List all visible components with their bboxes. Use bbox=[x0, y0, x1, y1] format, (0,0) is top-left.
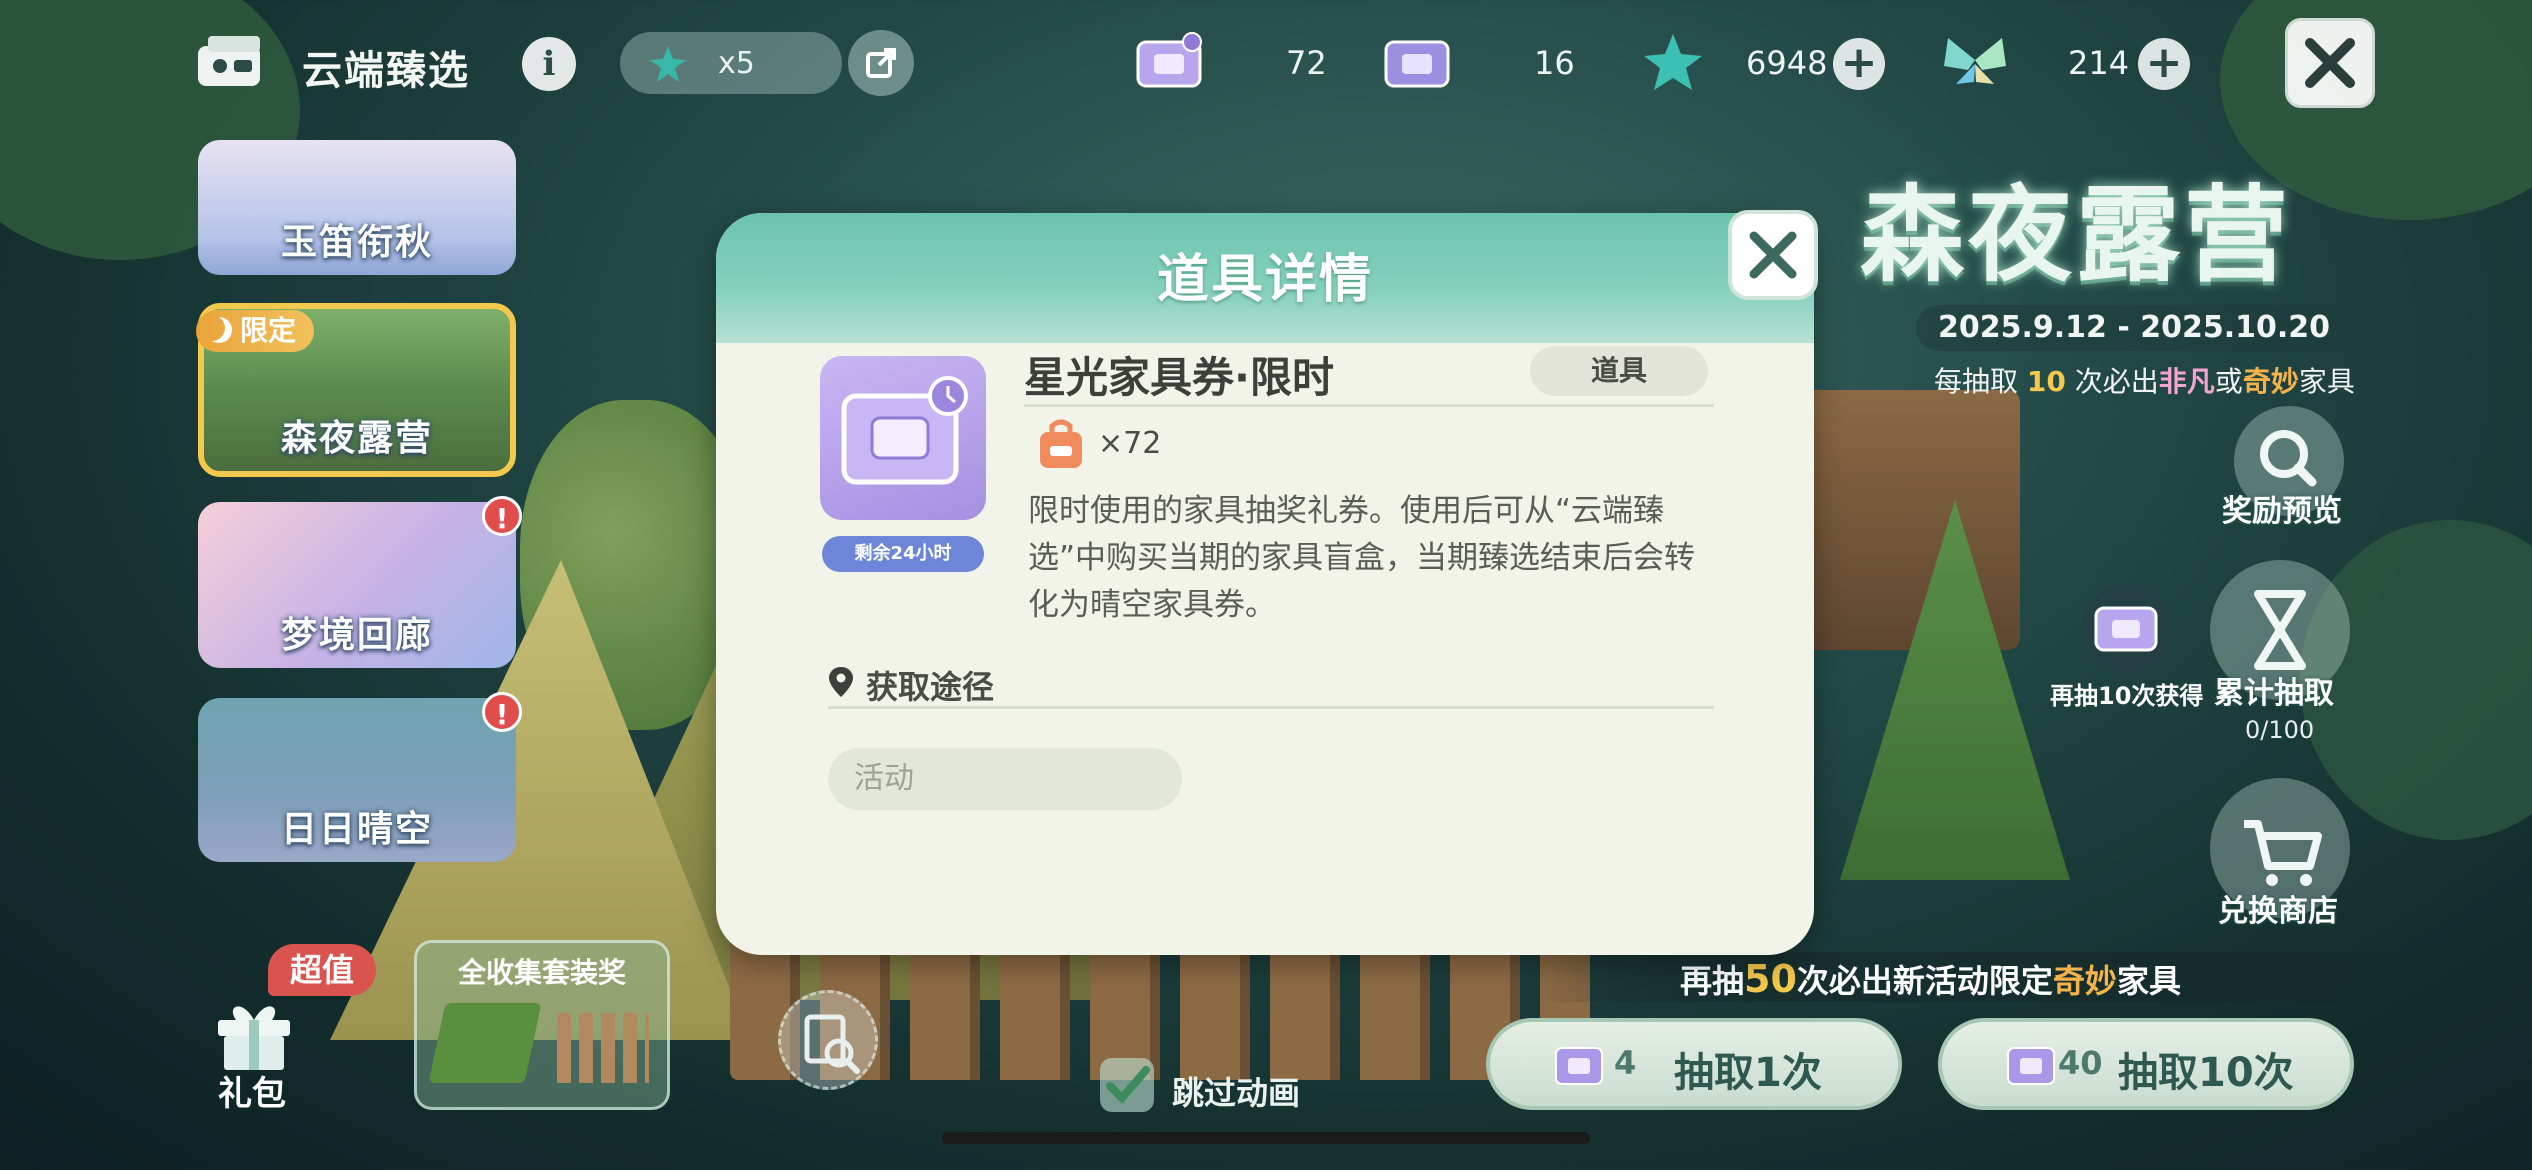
alert-badge: ! bbox=[482, 496, 522, 536]
share-icon bbox=[866, 48, 896, 78]
currency-value: 16 bbox=[1534, 44, 1575, 82]
time-remaining-badge: 剩余24小时 bbox=[822, 536, 984, 572]
close-icon bbox=[1749, 231, 1797, 279]
collection-title: 全收集套装奖 bbox=[457, 956, 626, 989]
draw-once-button[interactable]: 4 抽取1次 bbox=[1486, 1018, 1902, 1110]
limited-furniture-ticket-icon bbox=[1136, 32, 1202, 88]
limited-furniture-ticket-icon bbox=[2007, 1047, 2055, 1085]
cumulative-draw-label[interactable]: 累计抽取 bbox=[2214, 668, 2334, 712]
ticket-counter[interactable]: x5 bbox=[620, 32, 842, 94]
divider bbox=[828, 706, 1714, 709]
furniture-ticket-icon bbox=[1384, 40, 1450, 88]
banner-sunny-sky[interactable]: 日日晴空 bbox=[198, 698, 516, 862]
banner-jade-flute[interactable]: 玉笛衔秋 bbox=[198, 140, 516, 275]
modal-close-button[interactable] bbox=[1728, 210, 1818, 300]
rug-reward-icon bbox=[428, 1003, 542, 1083]
banner-label: 梦境回廊 bbox=[280, 615, 433, 656]
ticket-reward-icon bbox=[2082, 584, 2172, 674]
item-description: 限时使用的家具抽奖礼券。使用后可从“云端臻选”中购买当期的家具盲盒，当期臻选结束… bbox=[1028, 493, 1696, 623]
guarantee-notice: 再抽50次必出新活动限定奇妙家具 bbox=[1680, 957, 2181, 1001]
reward-preview-label[interactable]: 奖励预览 bbox=[2222, 486, 2342, 530]
item-type-badge: 道具 bbox=[1530, 346, 1708, 396]
close-page-button[interactable] bbox=[2285, 18, 2375, 108]
banner-label: 日日晴空 bbox=[280, 809, 433, 850]
star-gem-icon bbox=[650, 46, 686, 82]
draw-once-cost: 4 bbox=[1614, 1044, 1637, 1082]
butterfly-gem-icon bbox=[1944, 38, 2006, 84]
item-name: 星光家具券·限时 bbox=[1024, 353, 1334, 402]
star-gem-icon bbox=[1644, 34, 1702, 90]
event-title: 森夜露营 bbox=[1860, 173, 2293, 296]
check-icon bbox=[1106, 1066, 1150, 1104]
limited-furniture-ticket-icon bbox=[2094, 606, 2158, 652]
ticket-count: x5 bbox=[718, 46, 755, 81]
home-indicator[interactable] bbox=[942, 1132, 1590, 1144]
cumulative-draw-count: 0/100 bbox=[2245, 716, 2315, 744]
limited-tag: 限定 bbox=[196, 310, 315, 352]
exchange-shop-label[interactable]: 兑换商店 bbox=[2218, 886, 2338, 930]
currency-butterfly-gem[interactable]: 214 bbox=[1938, 30, 2129, 96]
draw-ten-cost: 40 bbox=[2058, 1044, 2103, 1082]
edit-note-button[interactable] bbox=[778, 990, 878, 1090]
moon-icon bbox=[206, 317, 232, 343]
currency-ticket[interactable]: 16 bbox=[1382, 30, 1575, 96]
currency-value: 72 bbox=[1286, 44, 1327, 82]
currency-value: 6948 bbox=[1746, 44, 1828, 82]
banner-label: 森夜露营 bbox=[280, 418, 433, 459]
fence-reward-icon bbox=[557, 1013, 649, 1083]
currency-star-gem[interactable]: 6948 bbox=[1636, 30, 1846, 96]
gift-pack-label[interactable]: 礼包 bbox=[218, 1066, 286, 1115]
page-title: 云端臻选 bbox=[302, 48, 470, 94]
more-ten-draws-label: 再抽10次获得 bbox=[2050, 682, 2204, 710]
route-item-activity[interactable]: 活动 bbox=[828, 748, 1182, 810]
currency-value: 214 bbox=[2068, 44, 2130, 82]
limited-furniture-ticket-icon bbox=[841, 376, 968, 485]
location-pin-icon bbox=[829, 667, 853, 697]
skip-animation-label: 跳过动画 bbox=[1172, 1074, 1301, 1112]
backpack-icon bbox=[1040, 419, 1082, 468]
banner-dream-corridor[interactable]: 梦境回廊 bbox=[198, 502, 516, 668]
gift-icon[interactable] bbox=[212, 994, 296, 1072]
share-button[interactable] bbox=[848, 30, 914, 96]
modal-header: 道具详情 bbox=[716, 213, 1814, 343]
currency-limited-ticket[interactable]: 72 bbox=[1134, 30, 1327, 96]
limited-tag-label: 限定 bbox=[240, 314, 297, 347]
item-quantity: ×72 bbox=[1098, 426, 1162, 461]
banner-label: 玉笛衔秋 bbox=[280, 222, 433, 263]
event-date: 2025.9.12 - 2025.10.20 bbox=[1916, 305, 2352, 351]
cloud-shop-logo-icon bbox=[198, 36, 260, 86]
acquisition-route-label: 获取途径 bbox=[866, 668, 995, 706]
add-butterfly-gem-button[interactable]: + bbox=[2138, 38, 2190, 90]
modal-title: 道具详情 bbox=[1156, 250, 1373, 310]
close-icon bbox=[2305, 38, 2355, 88]
info-button[interactable]: i bbox=[522, 37, 576, 91]
edit-magnifier-icon bbox=[804, 1014, 860, 1074]
alert-badge: ! bbox=[482, 692, 522, 732]
draw-ten-button[interactable]: 40 抽取10次 bbox=[1938, 1018, 2354, 1110]
item-icon bbox=[820, 356, 986, 520]
checkbox[interactable] bbox=[1100, 1058, 1154, 1112]
super-value-badge: 超值 bbox=[268, 944, 376, 996]
draw-once-label: 抽取1次 bbox=[1674, 1050, 1822, 1096]
draw-ten-label: 抽取10次 bbox=[2118, 1050, 2294, 1096]
full-collection-reward[interactable]: 全收集套装奖 bbox=[414, 940, 670, 1110]
limited-furniture-ticket-icon bbox=[1555, 1047, 1603, 1085]
add-star-gem-button[interactable]: + bbox=[1833, 38, 1885, 90]
divider bbox=[1024, 404, 1714, 407]
event-guarantee-note: 每抽取 10 次必出非凡或奇妙家具 bbox=[1934, 365, 2355, 398]
